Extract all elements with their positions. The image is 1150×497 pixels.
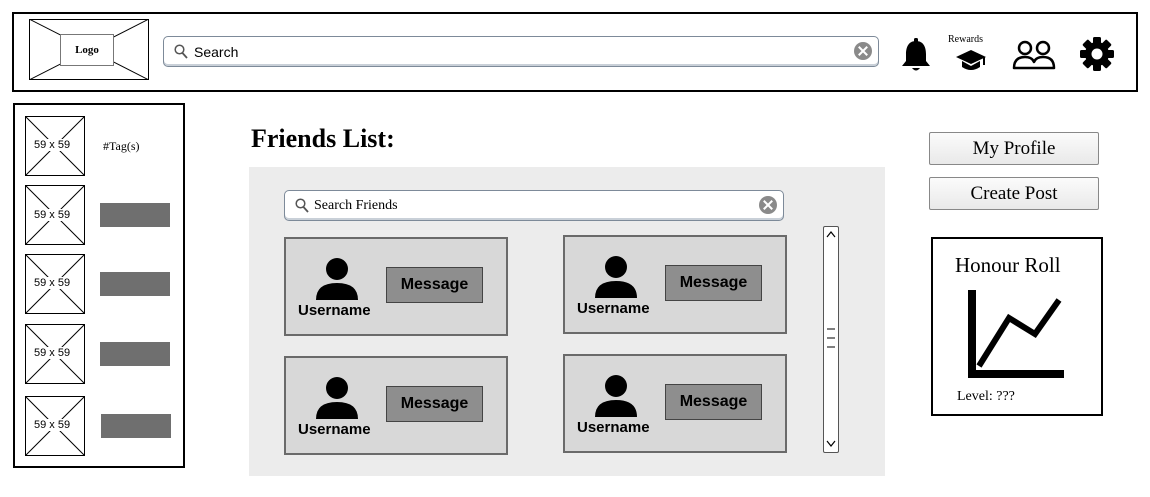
- friend-card: Username Message: [284, 237, 508, 336]
- message-button[interactable]: Message: [665, 384, 762, 420]
- tag-bar: [100, 342, 170, 366]
- user-avatar-icon: [595, 256, 637, 298]
- scroll-up-icon[interactable]: [826, 230, 836, 238]
- friends-search-input[interactable]: Search Friends: [284, 190, 784, 221]
- friends-search-placeholder: Search Friends: [314, 198, 398, 213]
- thumb-size-label: 59 x 59: [33, 347, 72, 359]
- gear-icon[interactable]: [1079, 36, 1115, 72]
- tag-bar: [100, 203, 170, 227]
- friend-username: Username: [298, 421, 371, 438]
- friends-scrollbar[interactable]: [823, 226, 839, 453]
- user-avatar-icon: [316, 258, 358, 300]
- thumb-size-label: 59 x 59: [33, 419, 72, 431]
- search-placeholder: Search: [194, 44, 239, 60]
- thumb-size-label: 59 x 59: [33, 277, 72, 289]
- rewards-label: Rewards: [948, 34, 983, 45]
- friend-card: Username Message: [563, 354, 787, 453]
- logo-label: Logo: [60, 34, 114, 66]
- level-text: Level: ???: [957, 389, 1015, 404]
- graduation-cap-icon[interactable]: [955, 48, 987, 72]
- people-icon[interactable]: [1012, 40, 1056, 70]
- message-button[interactable]: Message: [386, 267, 483, 303]
- clear-search-icon[interactable]: [759, 196, 777, 214]
- thumb-size-label: 59 x 59: [33, 209, 72, 221]
- scroll-grip-icon[interactable]: [826, 327, 836, 349]
- user-avatar-icon: [595, 375, 637, 417]
- friend-username: Username: [577, 300, 650, 317]
- friend-username: Username: [298, 302, 371, 319]
- create-post-button[interactable]: Create Post: [929, 177, 1099, 210]
- scroll-down-icon[interactable]: [826, 440, 836, 448]
- my-profile-button[interactable]: My Profile: [929, 132, 1099, 165]
- honour-roll-title: Honour Roll: [955, 253, 1061, 277]
- tag-bar: [101, 414, 171, 438]
- page-title: Friends List:: [251, 124, 395, 153]
- friend-card: Username Message: [284, 356, 508, 455]
- user-avatar-icon: [316, 377, 358, 419]
- clear-search-icon[interactable]: [854, 42, 872, 60]
- search-input[interactable]: Search: [163, 36, 879, 67]
- message-button[interactable]: Message: [665, 265, 762, 301]
- chart-growth-icon: [968, 290, 1064, 378]
- thumb-size-label: 59 x 59: [33, 139, 72, 151]
- tag-bar: [100, 272, 170, 296]
- search-icon: [174, 44, 188, 59]
- tag-label: #Tag(s): [103, 139, 140, 153]
- friend-card: Username Message: [563, 235, 787, 334]
- message-button[interactable]: Message: [386, 386, 483, 422]
- friend-username: Username: [577, 419, 650, 436]
- bell-icon[interactable]: [900, 37, 932, 73]
- search-icon: [295, 198, 309, 213]
